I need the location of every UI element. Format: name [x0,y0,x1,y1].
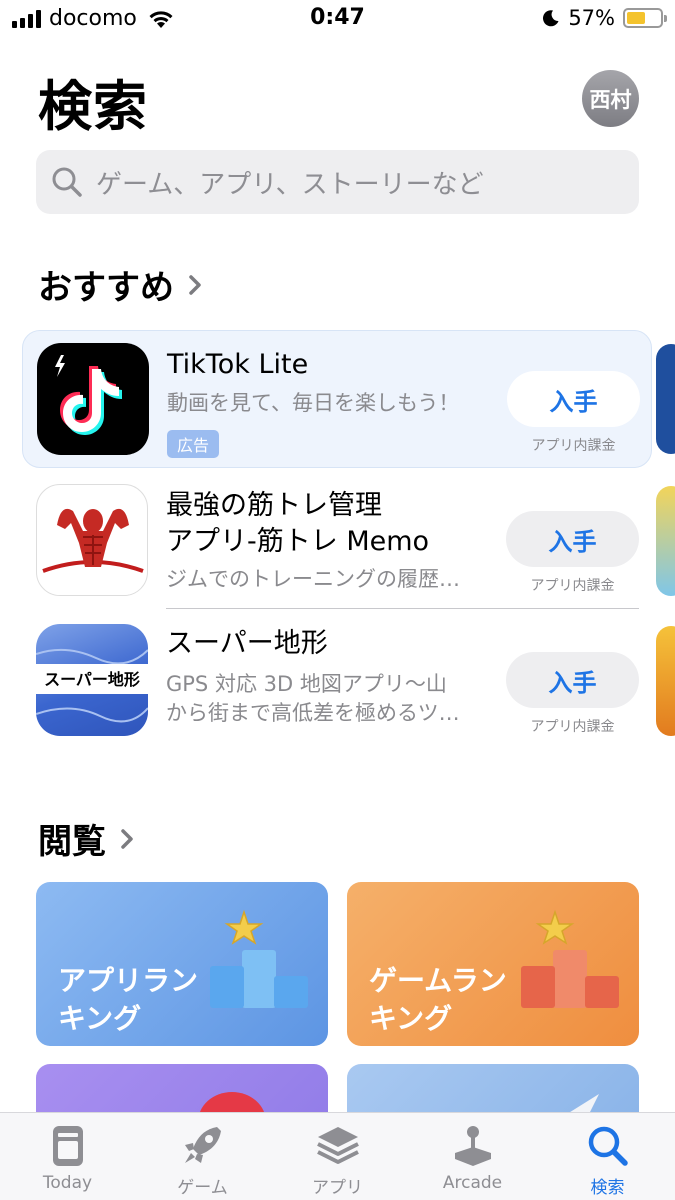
joystick-icon [454,1126,491,1166]
battery-percent: 57% [568,6,615,30]
podium-icon [210,909,308,1008]
app-subtitle-line2: から街まで高低差を極めるツ… [166,701,460,725]
battery-icon [623,8,667,28]
app-name-line1: 最強の筋トレ管理 [166,490,382,521]
tile-label: アプリラン キング [58,962,198,1038]
app-name: スーパー地形 [166,628,328,659]
recommended-header[interactable]: おすすめ [38,260,206,309]
tab-label: ゲーム [177,1178,228,1198]
search-placeholder: ゲーム、アプリ、ストーリーなど [96,169,484,200]
tab-label: アプリ [312,1178,363,1198]
search-icon [52,167,82,197]
kintore-memo-app-icon [36,484,148,596]
tile-label-line1: ゲームラン [369,964,507,997]
tab-search[interactable]: 検索 [540,1113,675,1200]
tab-arcade[interactable]: Arcade [405,1113,540,1200]
tab-games[interactable]: ゲーム [135,1113,270,1200]
moon-icon [543,10,559,27]
super-chikei-app-icon: スーパー地形 [36,624,148,736]
app-subtitle-line1: GPS 対応 3D 地図アプリ〜山 [166,672,447,696]
rocket-icon [184,1127,221,1163]
tab-today[interactable]: Today [0,1113,135,1200]
app-subtitle: ジムでのトレーニングの履歴… [166,567,460,591]
tile-label-line2: キング [58,1002,142,1035]
status-right: 57% [542,6,667,30]
browse-header[interactable]: 閲覧 [38,814,138,863]
battery-fill [627,12,646,24]
podium-icon [521,909,619,1008]
row-divider [166,608,639,609]
in-app-purchase-label: アプリ内課金 [530,719,615,735]
search-field[interactable]: ゲーム、アプリ、ストーリーなど [36,150,639,214]
app-row-kintore-memo[interactable]: 最強の筋トレ管理 アプリ-筋トレ Memo ジムでのトレーニングの履歴… 入手 … [36,484,639,602]
app-row-super-chikei[interactable]: スーパー地形 スーパー地形 GPS 対応 3D 地図アプリ〜山 から街まで高低差… [36,624,639,742]
page-title: 検索 [38,75,148,138]
tile-label: ゲームラン キング [369,962,507,1038]
ad-badge: 広告 [167,430,220,458]
chevron-right-icon [121,828,133,849]
app-name-line2: アプリ-筋トレ Memo [166,526,430,557]
search-icon [588,1126,628,1166]
app-row-tiktok-lite[interactable]: TikTok Lite 動画を見て、毎日を楽しもう！ 広告 入手 アプリ内課金 [22,330,652,468]
recommended-title: おすすめ [38,268,174,308]
tile-label-line2: キング [369,1002,453,1035]
tab-label: Today [42,1173,93,1193]
today-icon [52,1126,83,1166]
tab-label: 検索 [590,1178,625,1198]
tile-label-line1: アプリラン [58,964,199,997]
get-button[interactable]: 入手 [506,652,639,708]
get-button[interactable]: 入手 [507,371,640,427]
tab-bar: Today ゲーム アプリ Arcade 検索 [0,1112,675,1200]
icon-text: スーパー地形 [44,670,140,689]
app-name: TikTok Lite [167,349,309,380]
next-page-app-icon[interactable] [656,626,675,736]
browse-title: 閲覧 [38,822,106,862]
next-page-app-icon[interactable] [656,344,675,454]
tab-label: Arcade [442,1173,503,1193]
in-app-purchase-label: アプリ内課金 [530,578,615,594]
avatar[interactable]: 西村 [582,70,639,127]
chevron-right-icon [189,274,201,295]
app-ranking-tile[interactable]: アプリラン キング [36,882,328,1046]
get-button[interactable]: 入手 [506,511,639,567]
tiktok-lite-app-icon [37,343,149,455]
app-subtitle: 動画を見て、毎日を楽しもう！ [167,391,460,415]
next-page-app-icon[interactable] [656,486,675,596]
status-bar: docomo 0:47 57% [0,0,675,40]
tab-apps[interactable]: アプリ [270,1113,405,1200]
layers-icon [316,1127,359,1164]
in-app-purchase-label: アプリ内課金 [531,438,616,454]
game-ranking-tile[interactable]: ゲームラン キング [347,882,639,1046]
